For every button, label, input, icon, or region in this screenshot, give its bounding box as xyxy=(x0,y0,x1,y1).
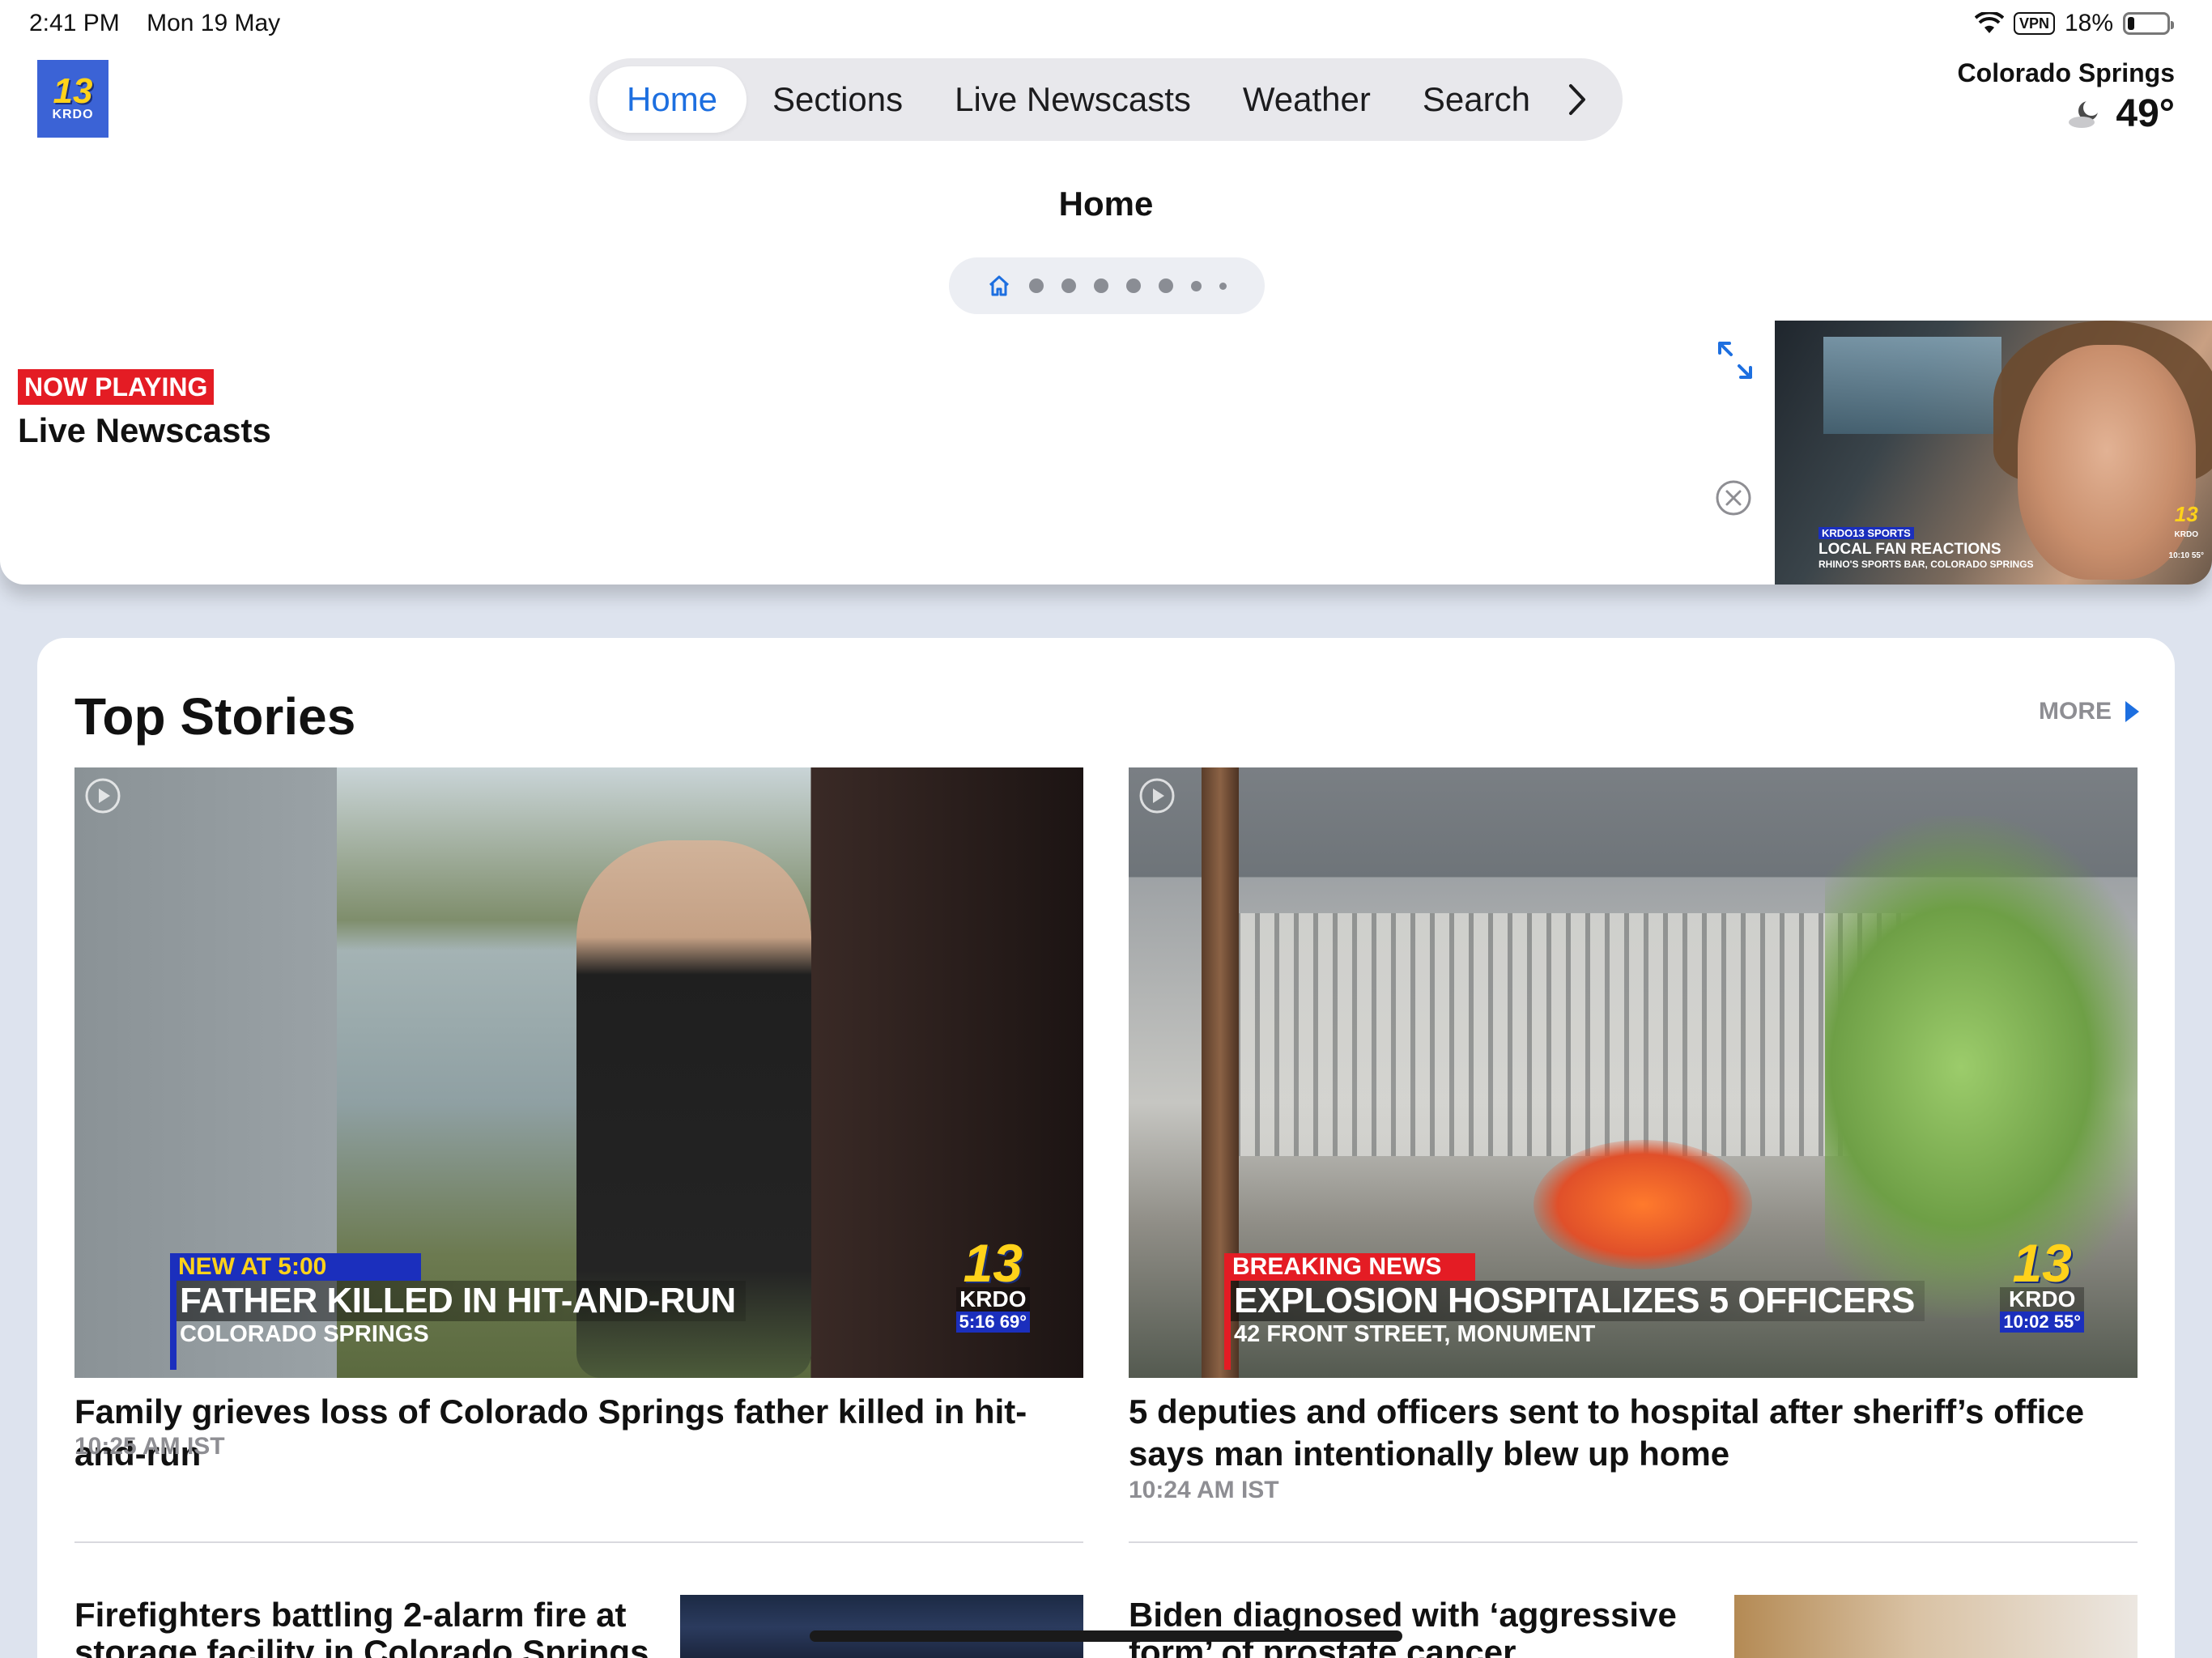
battery-level xyxy=(2128,17,2135,30)
weather-temperature: 49° xyxy=(2116,92,2175,135)
status-bar-indicators: VPN 18% xyxy=(1974,10,2174,37)
more-link[interactable]: MORE xyxy=(2039,698,2141,725)
list-story-headline[interactable]: Biden diagnosed with ‘aggressive form’ o… xyxy=(1129,1596,1712,1658)
story-tag: NEW AT 5:00 xyxy=(170,1253,421,1281)
page-dot[interactable] xyxy=(1126,278,1141,293)
cloudy-moon-icon xyxy=(2069,99,2100,128)
video-headline: LOCAL FAN REACTIONS xyxy=(1819,541,2001,558)
expand-icon[interactable] xyxy=(1715,338,1755,382)
close-player-icon[interactable] xyxy=(1715,479,1752,517)
story-image[interactable]: NEW AT 5:00 FATHER KILLED IN HIT-AND-RUN… xyxy=(74,767,1083,1378)
vpn-badge: VPN xyxy=(2013,12,2055,35)
list-story-thumbnail[interactable] xyxy=(680,1595,1083,1658)
video-background-window xyxy=(1823,337,2001,434)
page-dot[interactable] xyxy=(1094,278,1108,293)
top-navigation: Home Sections Live Newscasts Weather Sea… xyxy=(589,58,1623,141)
video-logo-name: KRDO xyxy=(2174,530,2198,539)
story-image-fire xyxy=(1534,1140,1752,1269)
list-story[interactable]: Biden diagnosed with ‘aggressive form’ o… xyxy=(1129,1595,2138,1658)
page-indicator[interactable] xyxy=(949,257,1265,314)
home-icon[interactable] xyxy=(987,274,1011,298)
weather-widget[interactable]: Colorado Springs 49° xyxy=(1958,58,2175,136)
story-headline[interactable]: 5 deputies and officers sent to hospital… xyxy=(1129,1391,2138,1475)
status-time: 2:41 PM xyxy=(29,10,120,36)
battery-icon xyxy=(2123,12,2174,35)
video-play-icon xyxy=(85,778,121,814)
nav-tab-live-newscasts[interactable]: Live Newscasts xyxy=(929,66,1217,133)
weather-city: Colorado Springs xyxy=(1957,58,2175,87)
story-lower-third: NEW AT 5:00 FATHER KILLED IN HIT-AND-RUN… xyxy=(170,1253,746,1370)
story-channel-logo: 13 KRDO 10:02 55° xyxy=(2000,1233,2084,1333)
story-lower-third: BREAKING NEWS EXPLOSION HOSPITALIZES 5 O… xyxy=(1224,1253,1925,1370)
list-story-headline[interactable]: Firefighters battling 2-alarm fire at st… xyxy=(74,1596,657,1658)
section-title: Top Stories xyxy=(74,687,356,746)
now-playing-title[interactable]: Live Newscasts xyxy=(18,411,271,450)
divider xyxy=(74,1541,1083,1543)
story-overlay-headline: FATHER KILLED IN HIT-AND-RUN xyxy=(170,1281,746,1321)
video-tag: KRDO13 SPORTS xyxy=(1819,527,1914,539)
channel-logo-number: 13 xyxy=(963,1233,1023,1293)
story-image[interactable]: BREAKING NEWS EXPLOSION HOSPITALIZES 5 O… xyxy=(1129,767,2138,1378)
page-dot[interactable] xyxy=(1061,278,1076,293)
krdo-logo[interactable]: 13 KRDO xyxy=(37,60,108,138)
list-story-thumbnail[interactable] xyxy=(1734,1595,2138,1658)
home-indicator[interactable] xyxy=(810,1630,1402,1642)
video-logo-number: 13 xyxy=(2174,502,2198,526)
featured-story[interactable]: BREAKING NEWS EXPLOSION HOSPITALIZES 5 O… xyxy=(1129,767,2138,1528)
now-playing-badge: NOW PLAYING xyxy=(18,369,215,405)
divider xyxy=(1129,1541,2138,1543)
nav-tab-search[interactable]: Search xyxy=(1397,66,1556,133)
page-dot[interactable] xyxy=(1029,278,1044,293)
play-arrow-icon xyxy=(2125,701,2139,722)
channel-logo-number: 13 xyxy=(2012,1233,2072,1293)
story-timestamp: 10:25 AM IST xyxy=(74,1433,225,1460)
list-story[interactable]: Firefighters battling 2-alarm fire at st… xyxy=(74,1595,1083,1658)
chevron-right-icon[interactable] xyxy=(1561,79,1593,120)
battery-percent: 18% xyxy=(2064,10,2113,36)
video-clock: 10:10 55° xyxy=(2168,551,2204,560)
nav-tab-sections[interactable]: Sections xyxy=(747,66,929,133)
lower-third-bar xyxy=(170,1281,177,1370)
more-label: MORE xyxy=(2039,698,2112,725)
channel-clock: 10:02 55° xyxy=(2000,1312,2084,1333)
story-headline[interactable]: Family grieves loss of Colorado Springs … xyxy=(74,1391,1083,1475)
wifi-icon xyxy=(1974,12,2004,33)
page-dot[interactable] xyxy=(1191,280,1202,291)
video-location: RHINO'S SPORTS BAR, COLORADO SPRINGS xyxy=(1819,559,2034,570)
nav-tab-home[interactable]: Home xyxy=(598,66,747,133)
story-image-house xyxy=(1202,913,1930,1156)
logo-number: 13 xyxy=(53,71,93,111)
video-play-icon xyxy=(1139,778,1175,814)
story-image-tree xyxy=(1825,816,2138,1318)
header-area: 2:41 PM Mon 19 May VPN 18% 13 KRDO Home … xyxy=(0,0,2212,585)
channel-clock: 5:16 69° xyxy=(955,1312,1030,1333)
story-overlay-location: 42 FRONT STREET, MONUMENT xyxy=(1234,1321,1596,1347)
video-channel-logo: 13 KRDO 10:10 55° xyxy=(2169,504,2204,567)
live-video-player[interactable]: KRDO13 SPORTS LOCAL FAN REACTIONS RHINO'… xyxy=(1775,321,2212,585)
channel-logo-name: KRDO xyxy=(2000,1287,2084,1312)
top-stories-card: Top Stories MORE NEW AT 5:00 FATHER KILL… xyxy=(37,638,2175,1658)
status-bar-time: 2:41 PM Mon 19 May xyxy=(29,10,280,37)
nav-tab-weather[interactable]: Weather xyxy=(1217,66,1397,133)
lower-third-bar xyxy=(1224,1281,1231,1370)
channel-logo-name: KRDO xyxy=(955,1287,1030,1312)
story-timestamp: 10:24 AM IST xyxy=(1129,1477,1279,1503)
story-channel-logo: 13 KRDO 5:16 69° xyxy=(955,1233,1030,1333)
featured-story[interactable]: NEW AT 5:00 FATHER KILLED IN HIT-AND-RUN… xyxy=(74,767,1083,1496)
page-dot[interactable] xyxy=(1219,282,1227,290)
story-overlay-location: COLORADO SPRINGS xyxy=(180,1321,429,1347)
video-lower-third: KRDO13 SPORTS LOCAL FAN REACTIONS RHINO'… xyxy=(1819,526,2034,570)
story-tag: BREAKING NEWS xyxy=(1224,1253,1475,1281)
page-title: Home xyxy=(1058,185,1154,223)
page-dot[interactable] xyxy=(1159,278,1173,293)
logo-name: KRDO xyxy=(52,108,94,121)
status-date: Mon 19 May xyxy=(147,10,281,36)
story-overlay-headline: EXPLOSION HOSPITALIZES 5 OFFICERS xyxy=(1224,1281,1925,1321)
